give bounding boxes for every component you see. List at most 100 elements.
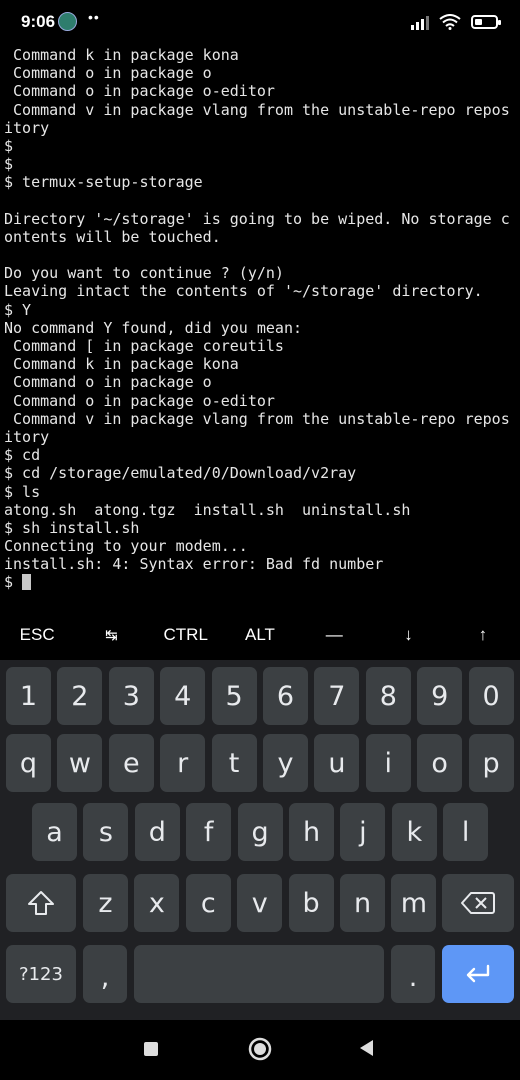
key-g[interactable]: g (237, 803, 283, 861)
terminal-line: Command o in package o (4, 64, 212, 83)
status-icons (411, 12, 501, 32)
navigation-bar (0, 1020, 520, 1080)
more-notifications-icon: •• (88, 9, 100, 25)
key-e[interactable]: e (108, 734, 154, 792)
terminal-line: itory (4, 118, 50, 137)
arrow-down-key[interactable]: ↓ (371, 610, 445, 660)
terminal-output[interactable]: Command k in package kona Command o in p… (4, 46, 518, 602)
home-circle-icon (248, 1037, 272, 1061)
key-d[interactable]: d (134, 803, 180, 861)
keyboard-top-row: qwertyuiop (0, 734, 520, 794)
terminal-line: Command k in package kona (4, 355, 239, 374)
terminal-line: Command o in package o (4, 373, 212, 392)
terminal-line: Command v in package vlang from the unst… (4, 100, 510, 119)
key-4[interactable]: 4 (160, 667, 206, 725)
space-bar[interactable] (134, 945, 384, 1003)
alt-key[interactable]: ALT (223, 610, 297, 660)
terminal-prompt-line[interactable]: $ (4, 573, 518, 591)
key-i[interactable]: i (365, 734, 411, 792)
terminal-line: $ Y (4, 300, 32, 319)
terminal-line: Command o in package o-editor (4, 82, 275, 101)
key-a[interactable]: a (32, 803, 77, 861)
key-y[interactable]: y (263, 734, 308, 792)
back-triangle-icon (360, 1040, 373, 1056)
terminal-line: Command k in package kona (4, 46, 239, 64)
key-f[interactable]: f (186, 803, 232, 861)
symbols-key[interactable]: ?123 (6, 945, 76, 1003)
key-v[interactable]: v (237, 874, 283, 932)
terminal-line: Command o in package o-editor (4, 391, 275, 410)
key-j[interactable]: j (340, 803, 386, 861)
dash-key[interactable]: — (297, 610, 371, 660)
status-bar: 9:06 •• (0, 0, 520, 44)
home-button[interactable] (248, 1037, 272, 1061)
cellular-signal-icon (411, 14, 429, 30)
key-w[interactable]: w (57, 734, 103, 792)
key-3[interactable]: 3 (108, 667, 154, 725)
shift-key[interactable] (6, 874, 76, 932)
comma-key[interactable]: , (83, 945, 127, 1003)
terminal-line: $ (4, 155, 14, 174)
key-b[interactable]: b (288, 874, 334, 932)
terminal-line: Connecting to your modem... (4, 537, 248, 556)
period-key[interactable]: . (391, 945, 435, 1003)
keyboard-bottom-row: zxcvbnm (0, 874, 520, 934)
key-8[interactable]: 8 (365, 667, 411, 725)
terminal-line: No command Y found, did you mean: (4, 318, 303, 337)
key-7[interactable]: 7 (314, 667, 360, 725)
esc-key[interactable]: ESC (0, 610, 74, 660)
ctrl-key[interactable]: CTRL (149, 610, 223, 660)
status-time: 9:06 (21, 12, 56, 31)
keyboard-space-row: ?123 , . (0, 945, 520, 1005)
key-o[interactable]: o (417, 734, 463, 792)
key-r[interactable]: r (160, 734, 206, 792)
backspace-key[interactable] (442, 874, 514, 932)
terminal-line: atong.sh atong.tgz install.sh uninstall.… (4, 500, 411, 519)
key-t[interactable]: t (211, 734, 257, 792)
key-9[interactable]: 9 (417, 667, 463, 725)
battery-icon (471, 15, 501, 29)
extra-keys-row: ESC ↹ CTRL ALT — ↓ ↑ (0, 610, 520, 660)
key-m[interactable]: m (391, 874, 437, 932)
key-s[interactable]: s (83, 803, 129, 861)
soft-keyboard: 1234567890 qwertyuiop asdfghjkl zxcvbnm … (0, 660, 520, 1020)
key-0[interactable]: 0 (468, 667, 514, 725)
key-z[interactable]: z (83, 874, 128, 932)
key-q[interactable]: q (6, 734, 51, 792)
key-l[interactable]: l (443, 803, 489, 861)
key-h[interactable]: h (289, 803, 334, 861)
backspace-icon (461, 892, 495, 914)
enter-key[interactable] (442, 945, 514, 1003)
key-2[interactable]: 2 (57, 667, 103, 725)
key-k[interactable]: k (391, 803, 437, 861)
key-6[interactable]: 6 (263, 667, 308, 725)
key-1[interactable]: 1 (6, 667, 51, 725)
arrow-up-key[interactable]: ↑ (446, 610, 520, 660)
terminal-prompt: $ (4, 573, 23, 592)
key-n[interactable]: n (340, 874, 385, 932)
terminal-line: ontents will be touched. (4, 227, 221, 246)
terminal-line: $ cd (4, 446, 41, 465)
terminal-line: $ ls (4, 482, 41, 501)
key-u[interactable]: u (314, 734, 360, 792)
enter-icon (466, 964, 490, 983)
key-c[interactable]: c (185, 874, 231, 932)
terminal-line: Command [ in package coreutils (4, 337, 284, 355)
key-x[interactable]: x (134, 874, 180, 932)
recents-button[interactable] (144, 1042, 158, 1056)
keyboard-number-row: 1234567890 (0, 667, 520, 727)
keyboard-home-row: asdfghjkl (0, 803, 520, 863)
terminal-line: $ (4, 136, 14, 155)
wifi-icon (439, 14, 461, 30)
shift-icon (28, 891, 54, 915)
terminal-line: $ termux-setup-storage (4, 173, 203, 192)
key-p[interactable]: p (468, 734, 514, 792)
back-button[interactable] (358, 1039, 374, 1057)
terminal-line: Do you want to continue ? (y/n) (4, 264, 284, 283)
terminal-line: itory (4, 427, 50, 446)
key-5[interactable]: 5 (211, 667, 257, 725)
terminal-line: $ cd /storage/emulated/0/Download/v2ray (4, 464, 357, 483)
tab-key[interactable]: ↹ (74, 610, 148, 660)
